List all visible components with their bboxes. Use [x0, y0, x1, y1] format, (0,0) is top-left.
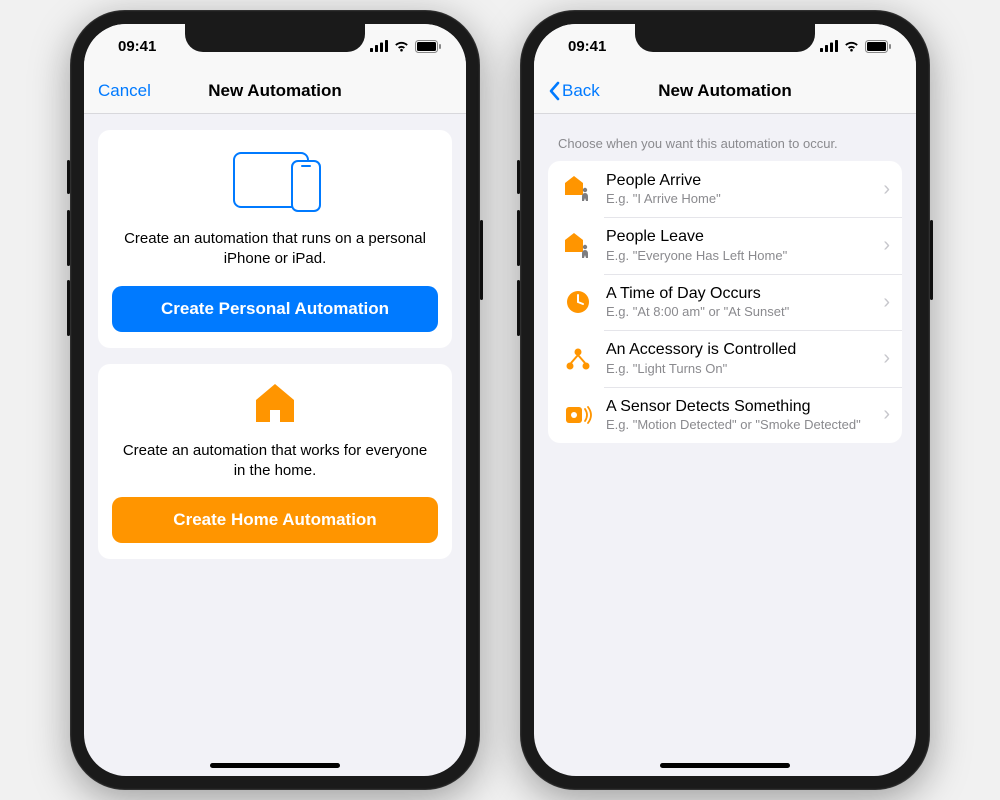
create-home-automation-button[interactable]: Create Home Automation	[112, 497, 438, 543]
home-description: Create an automation that works for ever…	[112, 441, 438, 482]
power-button	[480, 220, 483, 300]
nav-bar: Back New Automation	[534, 68, 916, 114]
power-button	[930, 220, 933, 300]
back-label: Back	[562, 81, 600, 101]
trigger-row-people-arrive[interactable]: People Arrive E.g. "I Arrive Home" ›	[548, 161, 902, 217]
nav-title: New Automation	[208, 81, 341, 101]
back-button[interactable]: Back	[548, 81, 600, 101]
trigger-row-time-of-day[interactable]: A Time of Day Occurs E.g. "At 8:00 am" o…	[548, 274, 902, 330]
sensor-icon	[560, 397, 596, 433]
personal-automation-card: Create an automation that runs on a pers…	[98, 130, 452, 348]
home-indicator[interactable]	[660, 763, 790, 768]
chevron-right-icon: ›	[883, 347, 890, 370]
nav-bar: Cancel New Automation	[84, 68, 466, 114]
cellular-icon	[820, 40, 838, 52]
trigger-row-accessory[interactable]: An Accessory is Controlled E.g. "Light T…	[548, 330, 902, 386]
volume-button	[517, 210, 520, 266]
trigger-row-people-leave[interactable]: People Leave E.g. "Everyone Has Left Hom…	[548, 217, 902, 273]
trigger-subtitle: E.g. "At 8:00 am" or "At Sunset"	[606, 304, 877, 320]
volume-button	[517, 160, 520, 194]
devices-icon	[225, 148, 325, 212]
volume-button	[67, 280, 70, 336]
chevron-right-icon: ›	[883, 178, 890, 201]
battery-icon	[865, 40, 892, 53]
trigger-title: A Time of Day Occurs	[606, 284, 877, 303]
trigger-title: People Leave	[606, 227, 877, 246]
notch	[185, 24, 365, 52]
nav-title: New Automation	[658, 81, 791, 101]
create-personal-automation-button[interactable]: Create Personal Automation	[112, 286, 438, 332]
personal-description: Create an automation that runs on a pers…	[112, 229, 438, 270]
cancel-button[interactable]: Cancel	[98, 81, 151, 101]
section-header: Choose when you want this automation to …	[548, 130, 902, 161]
chevron-right-icon: ›	[883, 291, 890, 314]
accessory-icon	[560, 341, 596, 377]
device-frame-left: 09:41 Cancel New Automation Create an au…	[70, 10, 480, 790]
home-automation-card: Create an automation that works for ever…	[98, 364, 452, 560]
wifi-icon	[393, 40, 410, 52]
trigger-title: A Sensor Detects Something	[606, 397, 877, 416]
status-time: 09:41	[558, 38, 606, 55]
home-indicator[interactable]	[210, 763, 340, 768]
chevron-right-icon: ›	[883, 234, 890, 257]
trigger-list: People Arrive E.g. "I Arrive Home" › Peo…	[548, 161, 902, 443]
trigger-subtitle: E.g. "Motion Detected" or "Smoke Detecte…	[606, 417, 877, 433]
trigger-subtitle: E.g. "I Arrive Home"	[606, 191, 877, 207]
clock-icon	[560, 284, 596, 320]
trigger-subtitle: E.g. "Light Turns On"	[606, 361, 877, 377]
people-leave-icon	[560, 228, 596, 264]
chevron-right-icon: ›	[883, 403, 890, 426]
chevron-left-icon	[548, 81, 560, 101]
status-time: 09:41	[108, 38, 156, 55]
home-icon	[252, 382, 298, 424]
device-frame-right: 09:41 Back New Automation Choose when yo…	[520, 10, 930, 790]
trigger-title: People Arrive	[606, 171, 877, 190]
content-area: Choose when you want this automation to …	[534, 114, 916, 776]
battery-icon	[415, 40, 442, 53]
status-icons	[820, 40, 892, 53]
content-area: Create an automation that runs on a pers…	[84, 114, 466, 776]
trigger-subtitle: E.g. "Everyone Has Left Home"	[606, 248, 877, 264]
cellular-icon	[370, 40, 388, 52]
trigger-title: An Accessory is Controlled	[606, 340, 877, 359]
wifi-icon	[843, 40, 860, 52]
status-icons	[370, 40, 442, 53]
volume-button	[67, 210, 70, 266]
volume-button	[517, 280, 520, 336]
volume-button	[67, 160, 70, 194]
trigger-row-sensor[interactable]: A Sensor Detects Something E.g. "Motion …	[548, 387, 902, 443]
notch	[635, 24, 815, 52]
people-arrive-icon	[560, 171, 596, 207]
